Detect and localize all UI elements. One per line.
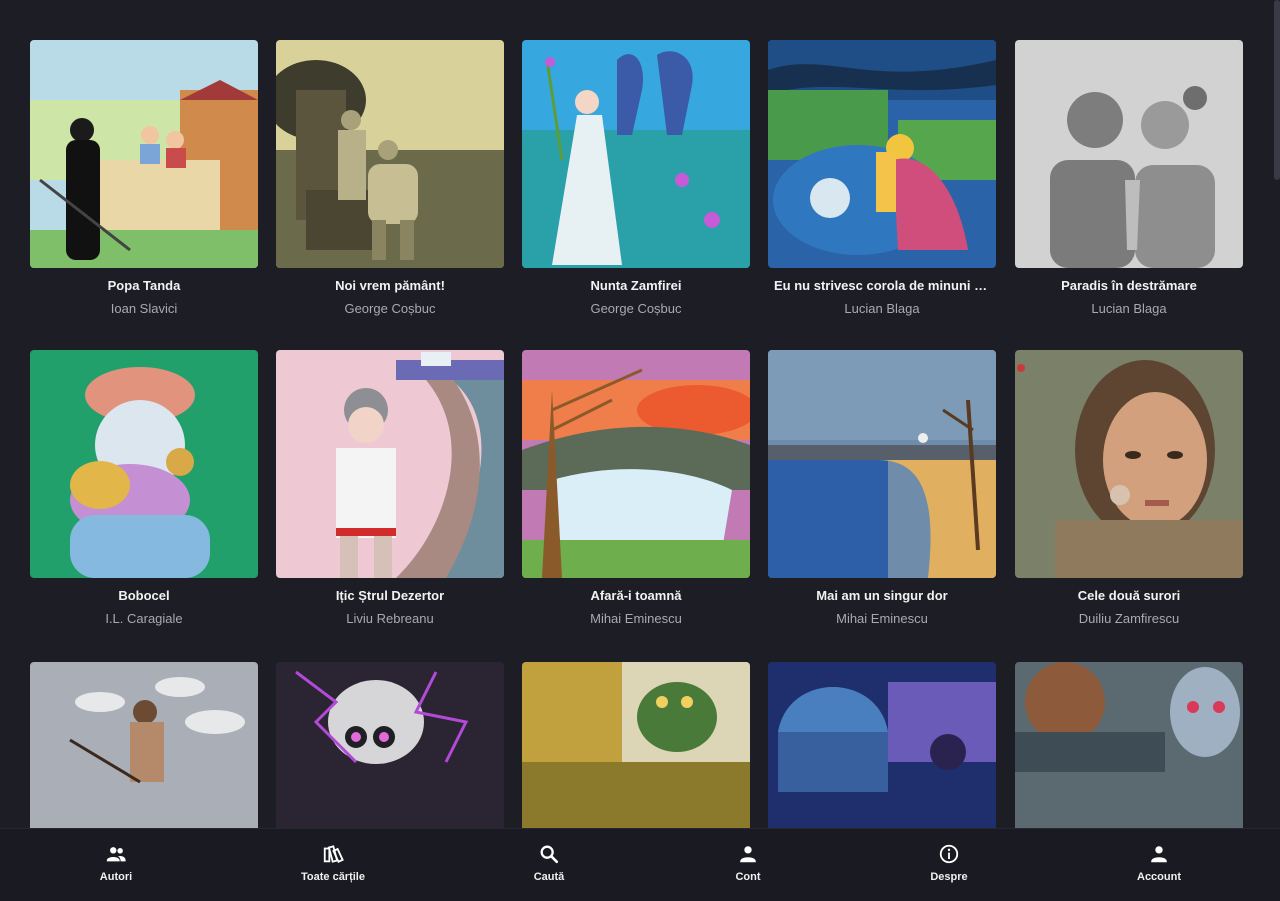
- book-title: Noi vrem pământ!: [335, 278, 445, 293]
- nav-label: Autori: [99, 871, 133, 883]
- book-author: Lucian Blaga: [844, 301, 920, 316]
- book-author: George Coșbuc: [344, 301, 436, 316]
- book-author: George Coșbuc: [590, 301, 682, 316]
- book-card[interactable]: [768, 662, 996, 828]
- book-card[interactable]: Paradis în destrămare Lucian Blaga: [1015, 40, 1243, 316]
- book-author: Lucian Blaga: [1091, 301, 1167, 316]
- nav-authors[interactable]: Autori: [56, 843, 176, 883]
- people-icon: [106, 847, 126, 862]
- nav-label: Account: [1137, 871, 1181, 883]
- bottom-navigation: Autori Toate cărțile Caută Cont Despre A…: [0, 828, 1280, 901]
- book-grid: Popa Tanda Ioan Slavici Noi vrem pământ!…: [0, 0, 1280, 828]
- book-author: I.L. Caragiale: [105, 611, 183, 626]
- book-cover[interactable]: [522, 350, 750, 578]
- nav-all-books[interactable]: Toate cărțile: [273, 843, 393, 883]
- book-title: Bobocel: [118, 588, 170, 603]
- book-author: Liviu Rebreanu: [346, 611, 434, 626]
- book-title: Nunta Zamfirei: [590, 278, 682, 293]
- book-title: Cele două surori: [1077, 588, 1181, 603]
- book-author: Mihai Eminescu: [836, 611, 928, 626]
- book-author: Duiliu Zamfirescu: [1078, 611, 1180, 626]
- nav-account-cont[interactable]: Cont: [688, 843, 808, 883]
- book-card[interactable]: [522, 662, 750, 828]
- book-cover[interactable]: [768, 40, 996, 268]
- person-icon: [1151, 846, 1167, 863]
- book-title: Popa Tanda: [107, 278, 181, 293]
- book-title: Paradis în destrămare: [1061, 278, 1197, 293]
- book-cover[interactable]: [522, 40, 750, 268]
- nav-about[interactable]: Despre: [889, 843, 1009, 883]
- book-cover[interactable]: [1015, 662, 1243, 828]
- book-card[interactable]: [276, 662, 504, 828]
- book-author: Mihai Eminescu: [590, 611, 682, 626]
- book-card[interactable]: Popa Tanda Ioan Slavici: [30, 40, 258, 316]
- book-title: Eu nu strivesc corola de minuni a lumii: [774, 278, 996, 293]
- book-card[interactable]: Mai am un singur dor Mihai Eminescu: [768, 350, 996, 626]
- book-cover[interactable]: [1015, 350, 1243, 578]
- book-cover[interactable]: [276, 40, 504, 268]
- nav-label: Despre: [930, 871, 968, 883]
- nav-account[interactable]: Account: [1099, 843, 1219, 883]
- book-title: Mai am un singur dor: [816, 588, 948, 603]
- book-card[interactable]: Afară-i toamnă Mihai Eminescu: [522, 350, 750, 626]
- book-cover[interactable]: [30, 40, 258, 268]
- book-cover[interactable]: [276, 662, 504, 828]
- book-cover[interactable]: [30, 350, 258, 578]
- book-card[interactable]: Bobocel I.L. Caragiale: [30, 350, 258, 626]
- nav-label: Caută: [533, 871, 565, 883]
- book-card[interactable]: Eu nu strivesc corola de minuni a lumii …: [768, 40, 996, 316]
- nav-label: Toate cărțile: [301, 871, 365, 883]
- book-card[interactable]: Noi vrem pământ! George Coșbuc: [276, 40, 504, 316]
- book-title: Afară-i toamnă: [590, 588, 682, 603]
- book-card[interactable]: Cele două surori Duiliu Zamfirescu: [1015, 350, 1243, 626]
- book-cover[interactable]: [276, 350, 504, 578]
- nav-search[interactable]: Caută: [489, 843, 609, 883]
- book-cover[interactable]: [522, 662, 750, 828]
- books-icon: [323, 845, 344, 863]
- book-card[interactable]: [30, 662, 258, 828]
- book-cover[interactable]: [768, 662, 996, 828]
- search-icon: [540, 845, 559, 864]
- book-card[interactable]: Ițic Ștrul Dezertor Liviu Rebreanu: [276, 350, 504, 626]
- book-cover[interactable]: [30, 662, 258, 828]
- book-cover[interactable]: [768, 350, 996, 578]
- person-icon: [740, 846, 756, 863]
- info-icon: [939, 844, 959, 864]
- nav-label: Cont: [735, 871, 761, 883]
- book-cover[interactable]: [1015, 40, 1243, 268]
- book-title: Ițic Ștrul Dezertor: [335, 588, 445, 603]
- scrollbar[interactable]: [1274, 0, 1280, 180]
- book-author: Ioan Slavici: [110, 301, 178, 316]
- book-card[interactable]: [1015, 662, 1243, 828]
- book-card[interactable]: Nunta Zamfirei George Coșbuc: [522, 40, 750, 316]
